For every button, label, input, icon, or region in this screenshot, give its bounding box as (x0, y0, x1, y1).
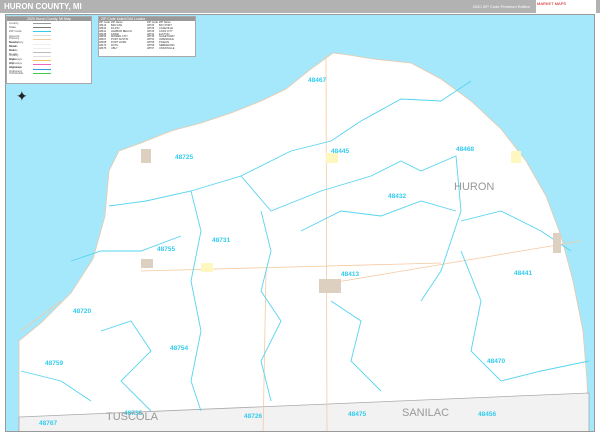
zip-label: 48413 (341, 271, 360, 278)
zip-label: 48445 (331, 148, 350, 155)
zip-label: 48432 (388, 193, 407, 200)
legend-swatch (33, 64, 51, 66)
legend-swatch (33, 30, 51, 32)
legend-swatch (33, 60, 51, 62)
zip-label: 48754 (170, 345, 189, 352)
zip-label: 48731 (212, 237, 231, 244)
legend-swatch (33, 22, 51, 24)
map-title: HURON COUNTY, MI (4, 2, 82, 11)
zip-label: 48726 (244, 413, 263, 420)
map-svg (6, 15, 594, 431)
county-label-huron: HURON (454, 181, 495, 193)
zip-table-row: 48767 UNIONVILLE (147, 47, 195, 50)
legend-item-label: Toll Roads (9, 71, 24, 76)
county-label-tuscola: TUSCOLA (106, 411, 158, 423)
zip-label: 48470 (487, 358, 506, 365)
zip-code: 48475 (99, 47, 107, 51)
zip-label: 48759 (45, 360, 64, 367)
zip-label: 48720 (73, 308, 92, 315)
zip-label: 48725 (175, 154, 194, 161)
legend-swatch (33, 68, 51, 70)
zip-name: UNIONVILLE (159, 47, 175, 51)
zip-table-row: 48475 UBLY (99, 47, 147, 50)
legend-swatch (33, 43, 51, 45)
zip-code: 48767 (147, 47, 155, 51)
legend-swatch (33, 56, 51, 58)
title-bar: HURON COUNTY, MI 2020 ZIP Code Premium E… (0, 0, 600, 13)
zip-label: 48467 (308, 77, 327, 84)
legend-swatch (33, 47, 51, 49)
map-legend: 2020 Huron County, MI Map County State ZIP… (6, 16, 92, 84)
legend-swatch (33, 72, 51, 74)
legend-swatch (33, 51, 51, 53)
zip-label: 48456 (478, 411, 497, 418)
zip-label: 48441 (514, 270, 533, 277)
legend-swatch (33, 35, 51, 37)
zip-label: 48755 (157, 246, 176, 253)
county-label-sanilac: SANILAC (402, 407, 450, 419)
legend-swatch (33, 26, 51, 28)
compass-rose-icon: ✦ (16, 88, 28, 104)
edition-label: 2020 ZIP Code Premium Edition (472, 4, 530, 9)
zip-label: 48468 (456, 146, 475, 153)
zip-label: 48767 (39, 420, 58, 427)
legend-item: Toll Roads (7, 71, 91, 75)
legend-swatch (33, 39, 51, 41)
publisher-logo: MARKET MAPS (536, 0, 596, 13)
zip-label: 48475 (348, 411, 367, 418)
zip-name: UBLY (111, 47, 118, 51)
zip-index-table: ZIP Code Index/Grid Locator ZIP Code ZIP … (98, 16, 196, 57)
map-canvas[interactable]: 48467 48445 48468 48725 48432 48731 4875… (5, 14, 595, 432)
